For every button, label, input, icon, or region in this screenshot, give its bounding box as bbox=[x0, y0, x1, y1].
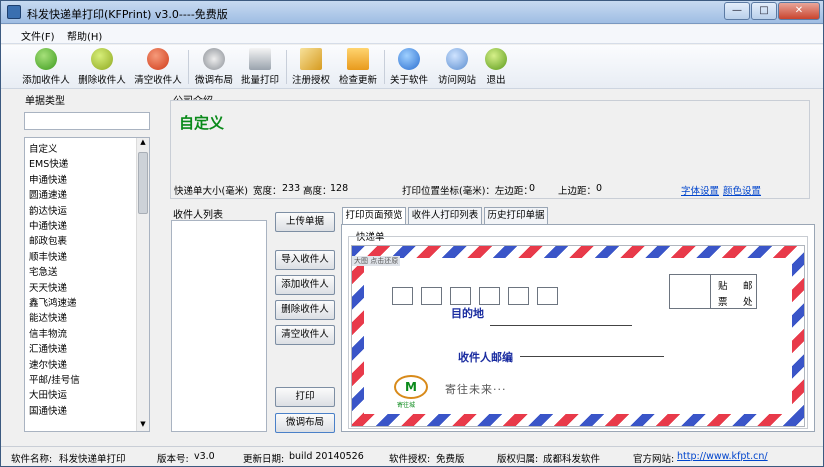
ticket-type-item[interactable]: 中通快递 bbox=[29, 218, 67, 232]
ticket-type-item[interactable]: 汇通快递 bbox=[29, 341, 67, 355]
close-button[interactable]: ✕ bbox=[778, 2, 820, 20]
ticket-type-item[interactable]: 能达快递 bbox=[29, 310, 67, 324]
ticket-type-label: 单据类型 bbox=[25, 96, 65, 107]
title-bar: 科发快递单打印(KFPrint) v3.0----免费版 — □ ✕ bbox=[1, 1, 823, 24]
batch-print-button[interactable]: 批量打印 bbox=[240, 47, 280, 87]
ticket-type-item[interactable]: 自定义 bbox=[29, 141, 58, 155]
recipient-list-label: 收件人列表 bbox=[173, 210, 223, 221]
stamp-area: 贴 邮 票 处 bbox=[669, 274, 757, 309]
clear-recipient-button[interactable]: 清空收件人 bbox=[133, 47, 183, 87]
postcode-box bbox=[479, 287, 500, 305]
add-recipient-button[interactable]: 添加收件人 bbox=[21, 47, 71, 87]
ticket-type-item[interactable]: EMS快递 bbox=[29, 156, 68, 170]
width-label: 宽度： bbox=[253, 186, 282, 197]
window-title: 科发快递单打印(KFPrint) v3.0----免费版 bbox=[27, 8, 228, 21]
font-settings-link[interactable]: 字体设置 bbox=[681, 183, 719, 197]
upload-button[interactable]: 上传单据 bbox=[275, 212, 335, 232]
adjust-layout-side-button[interactable]: 微调布局 bbox=[275, 413, 335, 433]
ticket-type-item[interactable]: 圆通速递 bbox=[29, 187, 67, 201]
postcode-box bbox=[421, 287, 442, 305]
ticket-type-item[interactable]: 平邮/挂号信 bbox=[29, 372, 80, 386]
adjust-layout-button[interactable]: 微调布局 bbox=[194, 47, 234, 87]
app-icon bbox=[7, 5, 21, 19]
tab-print-list[interactable]: 收件人打印列表 bbox=[408, 207, 482, 224]
ticket-type-item[interactable]: 邮政包裹 bbox=[29, 233, 67, 247]
menu-help[interactable]: 帮助(H) bbox=[67, 28, 102, 43]
minus-icon bbox=[91, 48, 113, 70]
top-margin-value: 0 bbox=[596, 183, 603, 194]
ticket-type-item[interactable]: 大田快运 bbox=[29, 387, 67, 401]
gear-icon bbox=[203, 48, 225, 70]
tab-history[interactable]: 历史打印单据 bbox=[484, 207, 548, 224]
check-update-button[interactable]: 检查更新 bbox=[338, 47, 378, 87]
ticket-type-item[interactable]: 顺丰快递 bbox=[29, 249, 67, 263]
status-bar: 软件名称: 科发快递单打印 版本号: v3.0 更新日期: build 2014… bbox=[1, 446, 823, 466]
status-website-link[interactable]: http://www.kfpt.cn/ bbox=[677, 451, 768, 462]
add-icon bbox=[35, 48, 57, 70]
ticket-type-item[interactable]: 宅急送 bbox=[29, 264, 58, 278]
recipient-list[interactable] bbox=[171, 220, 267, 432]
company-info-panel: 自定义 快递单大小(毫米) 宽度： 233 高度： 128 打印位置坐标(毫米)… bbox=[170, 100, 810, 199]
status-license: 免费版 bbox=[436, 454, 465, 465]
ticket-type-item[interactable]: 国通快递 bbox=[29, 403, 67, 417]
main-window: 科发快递单打印(KFPrint) v3.0----免费版 — □ ✕ 文件(F)… bbox=[0, 0, 824, 467]
color-settings-link[interactable]: 颜色设置 bbox=[723, 183, 761, 197]
destination-label: 目的地 bbox=[451, 307, 484, 320]
status-version: v3.0 bbox=[194, 451, 215, 462]
clear-recipient-side-button[interactable]: 清空收件人 bbox=[275, 325, 335, 345]
tab-print-preview[interactable]: 打印页面预览 bbox=[342, 207, 406, 225]
about-button[interactable]: 关于软件 bbox=[389, 47, 429, 87]
postcode-box bbox=[450, 287, 471, 305]
ticket-type-item[interactable]: 鑫飞鸿速递 bbox=[29, 295, 77, 309]
minimize-button[interactable]: — bbox=[724, 2, 750, 20]
register-button[interactable]: 注册授权 bbox=[291, 47, 331, 87]
update-icon bbox=[347, 48, 369, 70]
delete-recipient-button[interactable]: 删除收件人 bbox=[77, 47, 127, 87]
height-label: 高度： bbox=[303, 186, 332, 197]
envelope-preview[interactable]: 大图 点击还原 贴 邮 票 处 目的地 收件人邮编 M 寄往城 寄往未来··· bbox=[351, 245, 805, 427]
ticket-type-item[interactable]: 韵达快运 bbox=[29, 203, 67, 217]
ticket-type-item[interactable]: 信丰物流 bbox=[29, 326, 67, 340]
logo-icon: M bbox=[394, 375, 428, 399]
status-owner: 成都科发软件 bbox=[543, 454, 601, 465]
ticket-type-item[interactable]: 速尔快递 bbox=[29, 357, 67, 371]
power-icon bbox=[485, 48, 507, 70]
ticket-type-list[interactable]: 自定义 EMS快递申通快递 圆通速递韵达快运 中通快递 邮政包裹顺丰快递 宅急送天天快递鑫… bbox=[24, 137, 150, 432]
logo-caption: 寄往城 bbox=[397, 402, 416, 409]
width-value: 233 bbox=[282, 183, 301, 194]
visit-site-button[interactable]: 访问网站 bbox=[435, 47, 479, 87]
add-recipient-side-button[interactable]: 添加收件人 bbox=[275, 275, 335, 295]
logo-slogan: 寄往未来··· bbox=[445, 383, 507, 396]
clear-icon bbox=[147, 48, 169, 70]
toolbar: 添加收件人 删除收件人 清空收件人 微调布局 批量打印 注册授权 检查更新 关于… bbox=[1, 45, 823, 89]
postcode-box bbox=[537, 287, 558, 305]
height-value: 128 bbox=[330, 183, 349, 194]
exit-button[interactable]: 退出 bbox=[482, 47, 510, 87]
key-icon bbox=[300, 48, 322, 70]
top-margin-label: 上边距： bbox=[558, 186, 597, 197]
ticket-type-item[interactable]: 申通快递 bbox=[29, 172, 67, 186]
menu-file[interactable]: 文件(F) bbox=[21, 28, 55, 43]
left-margin-value: 0 bbox=[529, 183, 536, 194]
list-scrollbar[interactable]: ▲ ▼ bbox=[136, 138, 149, 431]
delete-recipient-side-button[interactable]: 删除收件人 bbox=[275, 300, 335, 320]
position-label: 打印位置坐标(毫米)：左边距： bbox=[402, 186, 533, 197]
printer-icon bbox=[249, 48, 271, 70]
ticket-type-item[interactable]: 天天快递 bbox=[29, 280, 67, 294]
import-recipient-button[interactable]: 导入收件人 bbox=[275, 250, 335, 270]
size-label: 快递单大小(毫米) bbox=[174, 186, 248, 197]
type-search-input[interactable] bbox=[24, 112, 150, 130]
status-app-name: 科发快递单打印 bbox=[59, 454, 126, 465]
question-icon bbox=[398, 48, 420, 70]
company-name: 自定义 bbox=[179, 114, 225, 132]
postcode-box bbox=[508, 287, 529, 305]
globe-icon bbox=[446, 48, 468, 70]
print-button[interactable]: 打印 bbox=[275, 387, 335, 407]
status-build-date: build 20140526 bbox=[289, 451, 364, 462]
menu-bar: 文件(F) 帮助(H) bbox=[1, 25, 823, 44]
postcode-box bbox=[392, 287, 413, 305]
maximize-button[interactable]: □ bbox=[751, 2, 777, 20]
preview-zoom-hint[interactable]: 大图 点击还原 bbox=[352, 256, 401, 266]
postcode-label: 收件人邮编 bbox=[458, 351, 513, 364]
